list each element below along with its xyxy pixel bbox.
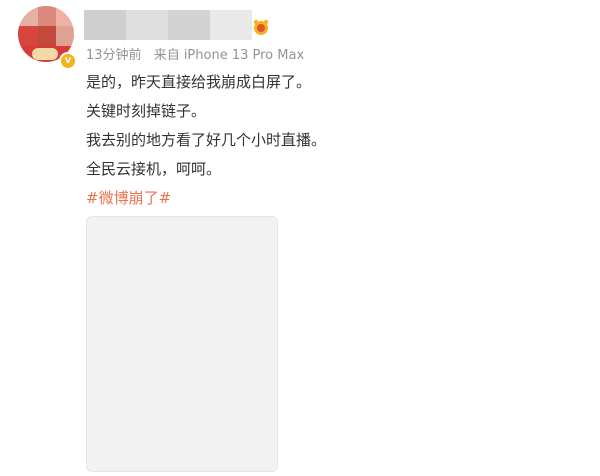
post-line: 是的，昨天直接给我崩成白屏了。 [86,73,312,91]
post-text: 是的，昨天直接给我崩成白屏了。 关键时刻掉链子。 我去别的地方看了好几个小时直播… [86,68,566,213]
vip-crown-icon [253,19,269,35]
verified-badge-icon: v [59,52,77,70]
post-line: 关键时刻掉链子。 [86,102,207,120]
hashtag-link[interactable]: #微博崩了# [86,184,566,213]
post-timestamp[interactable]: 13分钟前 [86,48,142,63]
post-source: 来自 iPhone 13 Pro Max [153,48,305,63]
post-line: 全民云接机，呵呵。 [86,160,222,178]
username-redacted[interactable] [84,10,252,40]
avatar-container[interactable]: v [18,6,77,70]
image-placeholder[interactable] [86,216,278,472]
post-line: 我去别的地方看了好几个小时直播。 [86,131,327,149]
post-meta: 13分钟前 来自 iPhone 13 Pro Max [86,44,312,63]
